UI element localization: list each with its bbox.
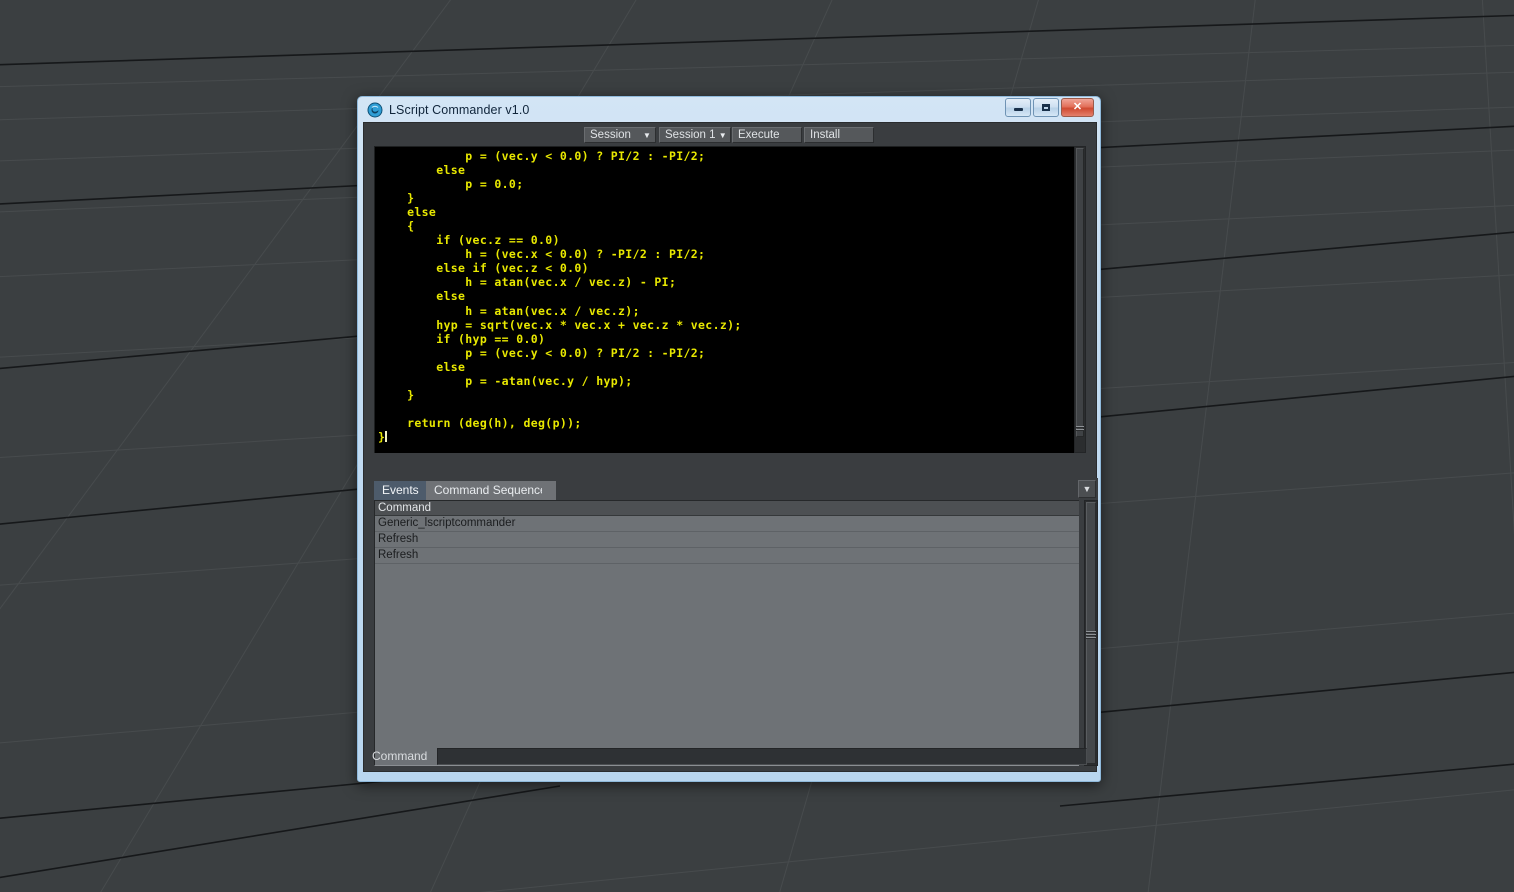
grip-lines-icon [1086, 631, 1096, 640]
text-caret [385, 430, 388, 442]
list-item[interactable]: Refresh [375, 548, 1079, 564]
minimize-icon [1013, 108, 1023, 111]
window-titlebar[interactable]: LScript Commander v1.0 ✕ [363, 97, 1095, 122]
list-scrollbar-thumb[interactable] [1086, 502, 1096, 764]
command-bar: Command [364, 741, 1096, 771]
tab-overflow-chevron-down-icon[interactable]: ▼ [1078, 480, 1096, 498]
command-input[interactable] [437, 747, 1087, 765]
window-title: LScript Commander v1.0 [389, 102, 530, 117]
grip-lines-icon [1076, 426, 1084, 432]
editor-vertical-scrollbar[interactable] [1074, 146, 1086, 453]
window-controls[interactable]: ✕ [1005, 98, 1094, 117]
list-item[interactable]: Generic_lscriptcommander [375, 516, 1079, 532]
script-editor-text[interactable]: p = (vec.y < 0.0) ? PI/2 : -PI/2; else p… [375, 147, 1074, 444]
close-icon: ✕ [1072, 101, 1083, 113]
list-vertical-scrollbar[interactable] [1084, 500, 1098, 766]
column-header-command: Command [375, 501, 1079, 516]
lscript-commander-window[interactable]: LScript Commander v1.0 ✕ Session ▼ Sessi… [357, 96, 1101, 782]
tab-command-sequence[interactable]: Command Sequence [426, 481, 556, 500]
script-editor-region: p = (vec.y < 0.0) ? PI/2 : -PI/2; else p… [374, 146, 1086, 453]
maximize-icon [1042, 104, 1050, 111]
script-editor[interactable]: p = (vec.y < 0.0) ? PI/2 : -PI/2; else p… [374, 146, 1074, 453]
session-dropdown-value: Session [590, 128, 631, 141]
editor-scrollbar-thumb[interactable] [1076, 148, 1084, 437]
tab-events[interactable]: Events [374, 481, 428, 500]
tab-slant-edge [542, 481, 556, 500]
session-dropdown[interactable]: Session ▼ [584, 127, 656, 143]
session-number-dropdown-value: Session 1 [665, 128, 716, 141]
window-client-area: Session ▼ Session 1 ▼ Execute Install p … [363, 122, 1098, 772]
maximize-button[interactable] [1033, 98, 1059, 117]
toolbar: Session ▼ Session 1 ▼ Execute Install [364, 123, 1096, 146]
script-caret-line: } [378, 429, 386, 444]
session-number-dropdown[interactable]: Session 1 ▼ [659, 127, 731, 143]
minimize-button[interactable] [1005, 98, 1031, 117]
install-button[interactable]: Install [804, 127, 874, 143]
list-item[interactable]: Refresh [375, 532, 1079, 548]
lightwave-spiral-icon [367, 102, 383, 117]
execute-button[interactable]: Execute [732, 127, 802, 143]
command-label: Command [372, 749, 428, 763]
script-code: p = (vec.y < 0.0) ? PI/2 : -PI/2; else p… [407, 149, 742, 430]
events-list-region: Command Generic_lscriptcommander Refresh… [374, 500, 1098, 766]
close-button[interactable]: ✕ [1061, 98, 1094, 117]
events-list[interactable]: Command Generic_lscriptcommander Refresh… [374, 500, 1079, 766]
tab-strip: Events Command Sequence ▼ [374, 478, 1098, 500]
chevron-down-icon: ▼ [718, 130, 727, 140]
chevron-down-icon: ▼ [643, 130, 651, 140]
